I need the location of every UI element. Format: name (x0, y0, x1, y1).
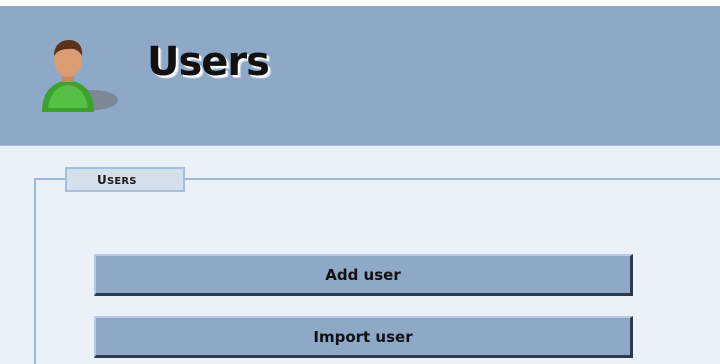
users-section-legend: USERS (65, 167, 185, 192)
page-header: Users (0, 6, 720, 146)
user-icon (42, 40, 118, 112)
legend-rest: SERS (106, 176, 137, 187)
import-user-button[interactable]: Import user (94, 316, 633, 358)
add-user-button[interactable]: Add user (94, 254, 633, 296)
legend-initial: U (97, 173, 107, 187)
page-title: Users (147, 39, 270, 85)
users-page: Users USERS Add user Import user (0, 6, 720, 364)
